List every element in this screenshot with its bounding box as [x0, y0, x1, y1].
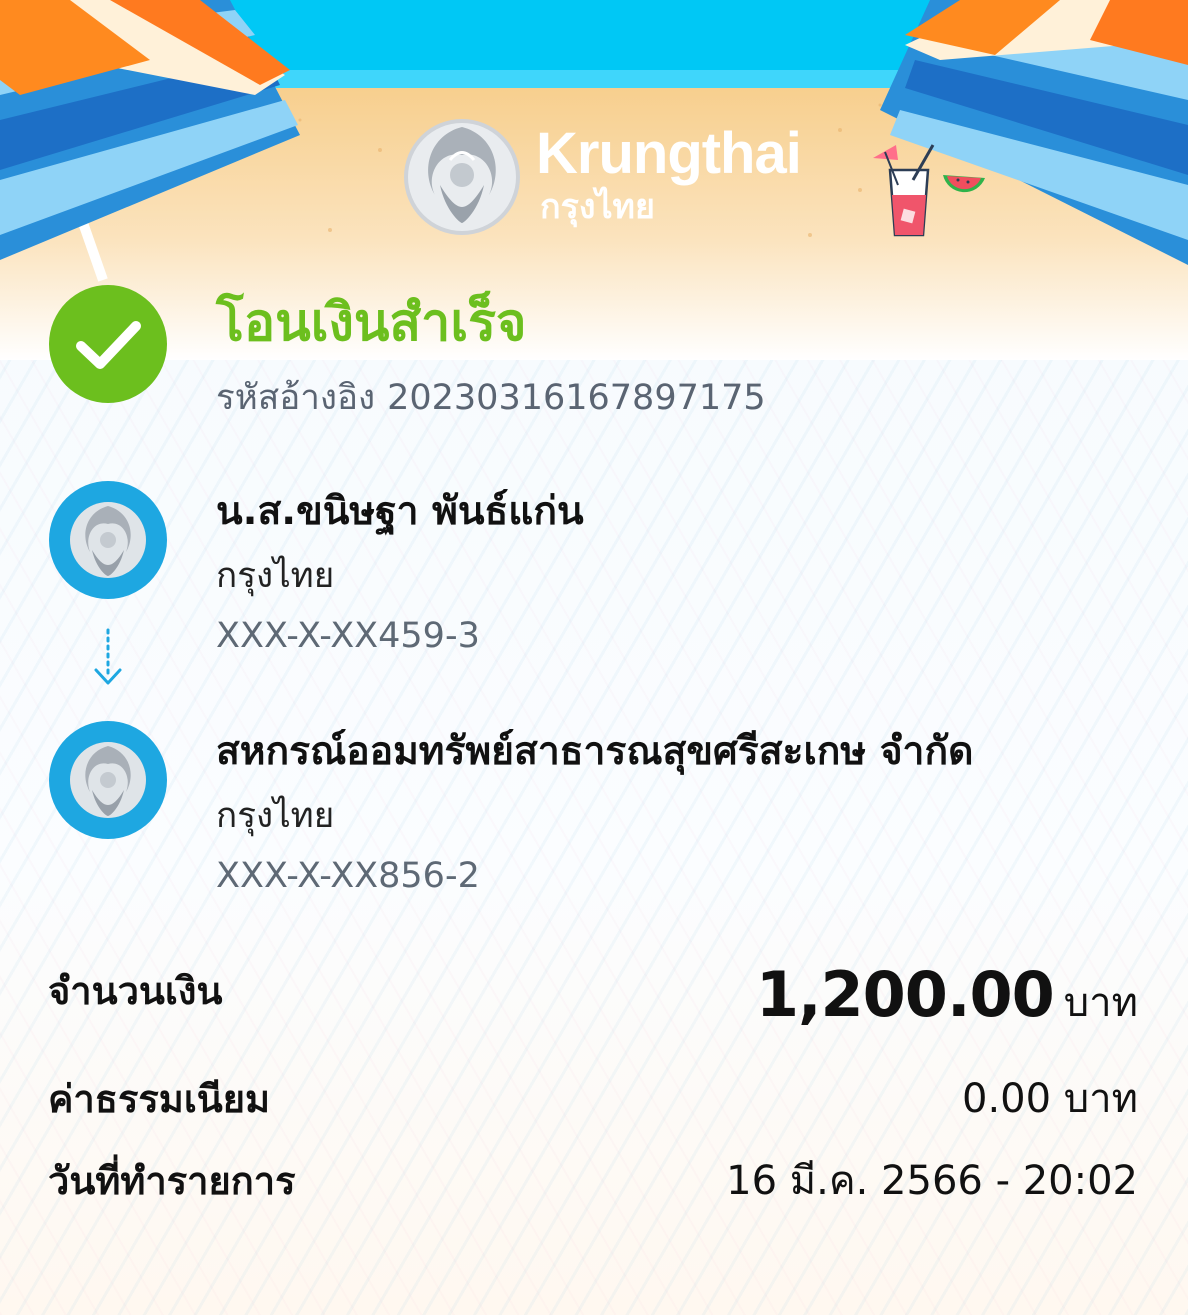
- dotted-arrow-down-icon: [92, 628, 124, 692]
- date-label: วันที่ทำรายการ: [48, 1159, 296, 1203]
- krungthai-bird-icon: [404, 119, 520, 235]
- date-value: 16 มี.ค. 2566 - 20:02: [726, 1158, 1138, 1204]
- sender-bank: กรุงไทย: [216, 556, 335, 596]
- receiver-name: สหกรณ์ออมทรัพย์สาธารณสุขศรีสะเกษ จำกัด: [216, 729, 974, 774]
- reference-label: รหัสอ้างอิง: [216, 378, 376, 418]
- cocktail-icon: [868, 140, 988, 259]
- krungthai-bird-icon: [49, 721, 167, 839]
- reference: รหัสอ้างอิง 20230316167897175: [216, 374, 766, 422]
- receiver-bank: กรุงไทย: [216, 796, 335, 836]
- krungthai-logo: Krungthai กรุงไทย: [400, 115, 802, 240]
- status-title: โอนเงินสำเร็จ: [216, 293, 527, 353]
- sender-bank-avatar: [48, 480, 168, 600]
- fee-label: ค่าธรรมเนียม: [48, 1077, 271, 1121]
- check-circle-icon: [48, 284, 168, 404]
- receiver-account: XXX-X-XX856-2: [216, 856, 480, 896]
- brand-name-th: กรุงไทย: [540, 187, 655, 227]
- amount-value: 1,200.00: [755, 958, 1055, 1031]
- sender-account: XXX-X-XX459-3: [216, 616, 480, 656]
- amount-label: จำนวนเงิน: [48, 969, 223, 1013]
- krungthai-bird-icon: [49, 481, 167, 599]
- brand-name-en: Krungthai: [536, 121, 802, 186]
- fee-value: 0.00 บาท: [962, 1076, 1138, 1122]
- amount-unit: บาท: [1063, 980, 1138, 1026]
- reference-number: 20230316167897175: [387, 378, 766, 418]
- amount-value-row: 1,200.00 บาท: [756, 964, 1138, 1030]
- sender-name: น.ส.ขนิษฐา พันธ์แก่น: [216, 489, 584, 534]
- receiver-bank-avatar: [48, 720, 168, 840]
